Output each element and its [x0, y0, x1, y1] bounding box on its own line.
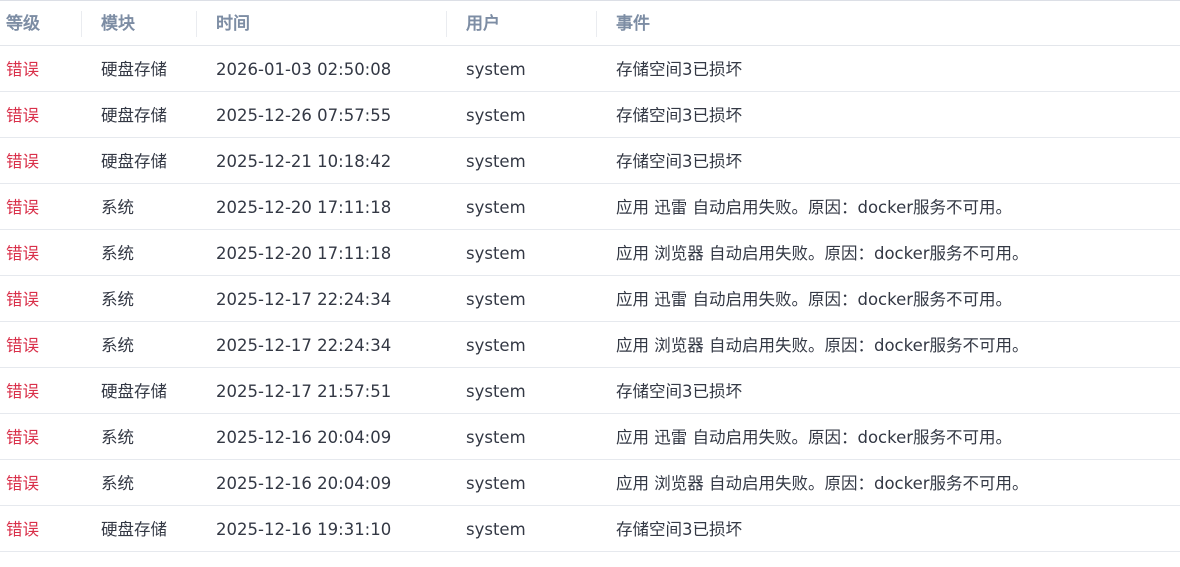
level-cell: 错误 [6, 152, 39, 171]
level-cell: 错误 [6, 382, 39, 401]
user-cell: system [466, 290, 526, 309]
time-cell: 2025-12-17 21:57:51 [216, 382, 392, 401]
time-cell: 2025-12-17 22:24:34 [216, 336, 392, 355]
time-cell: 2025-12-21 10:18:42 [216, 152, 392, 171]
level-cell: 错误 [6, 520, 39, 539]
event-cell: 应用 迅雷 自动启用失败。原因：docker服务不可用。 [616, 428, 1013, 447]
module-cell: 系统 [101, 290, 134, 309]
user-cell: system [466, 520, 526, 539]
user-cell: system [466, 336, 526, 355]
table-row[interactable]: 错误 系统 2025-12-16 20:04:09 system 应用 浏览器 … [0, 460, 1180, 506]
level-cell: 错误 [6, 474, 39, 493]
table-row[interactable]: 错误 系统 2025-12-17 22:24:34 system 应用 迅雷 自… [0, 276, 1180, 322]
module-cell: 硬盘存储 [101, 106, 167, 125]
event-cell: 应用 浏览器 自动启用失败。原因：docker服务不可用。 [616, 244, 1029, 263]
event-cell: 存储空间3已损坏 [616, 106, 742, 125]
user-cell: system [466, 382, 526, 401]
level-cell: 错误 [6, 60, 39, 79]
column-divider[interactable] [596, 11, 597, 37]
column-divider[interactable] [196, 11, 197, 37]
table-row[interactable]: 错误 系统 2025-12-17 22:24:34 system 应用 浏览器 … [0, 322, 1180, 368]
time-cell: 2025-12-20 17:11:18 [216, 198, 392, 217]
table-row[interactable]: 错误 硬盘存储 2025-12-26 07:57:55 system 存储空间3… [0, 92, 1180, 138]
event-cell: 应用 迅雷 自动启用失败。原因：docker服务不可用。 [616, 290, 1013, 309]
column-divider[interactable] [446, 11, 447, 37]
module-cell: 硬盘存储 [101, 152, 167, 171]
table-row[interactable]: 错误 硬盘存储 2026-01-03 02:50:08 system 存储空间3… [0, 46, 1180, 92]
module-cell: 系统 [101, 198, 134, 217]
column-header-event[interactable]: 事件 [616, 1, 650, 46]
user-cell: system [466, 474, 526, 493]
column-header-user[interactable]: 用户 [466, 1, 500, 46]
user-cell: system [466, 198, 526, 217]
table-header: 等级 模块 时间 用户 事件 [0, 1, 1180, 46]
table-row[interactable]: 错误 系统 2025-12-20 17:11:18 system 应用 迅雷 自… [0, 184, 1180, 230]
event-cell: 应用 迅雷 自动启用失败。原因：docker服务不可用。 [616, 198, 1013, 217]
module-cell: 系统 [101, 428, 134, 447]
table-row[interactable]: 错误 硬盘存储 2025-12-16 19:31:10 system 存储空间3… [0, 506, 1180, 552]
table-row[interactable]: 错误 硬盘存储 2025-12-21 10:18:42 system 存储空间3… [0, 138, 1180, 184]
level-cell: 错误 [6, 198, 39, 217]
time-cell: 2025-12-16 19:31:10 [216, 520, 392, 539]
user-cell: system [466, 152, 526, 171]
time-cell: 2025-12-26 07:57:55 [216, 106, 392, 125]
module-cell: 系统 [101, 474, 134, 493]
time-cell: 2026-01-03 02:50:08 [216, 60, 392, 79]
table-row[interactable]: 错误 硬盘存储 2025-12-17 21:57:51 system 存储空间3… [0, 368, 1180, 414]
event-cell: 应用 浏览器 自动启用失败。原因：docker服务不可用。 [616, 336, 1029, 355]
level-cell: 错误 [6, 428, 39, 447]
level-cell: 错误 [6, 244, 39, 263]
user-cell: system [466, 428, 526, 447]
level-cell: 错误 [6, 106, 39, 125]
event-cell: 存储空间3已损坏 [616, 520, 742, 539]
table-row[interactable]: 错误 系统 2025-12-20 17:11:18 system 应用 浏览器 … [0, 230, 1180, 276]
level-cell: 错误 [6, 336, 39, 355]
level-cell: 错误 [6, 290, 39, 309]
event-cell: 应用 浏览器 自动启用失败。原因：docker服务不可用。 [616, 474, 1029, 493]
time-cell: 2025-12-20 17:11:18 [216, 244, 392, 263]
module-cell: 系统 [101, 336, 134, 355]
column-header-module[interactable]: 模块 [101, 1, 135, 46]
time-cell: 2025-12-16 20:04:09 [216, 474, 392, 493]
column-divider[interactable] [81, 11, 82, 37]
module-cell: 硬盘存储 [101, 382, 167, 401]
column-header-time[interactable]: 时间 [216, 1, 250, 46]
time-cell: 2025-12-17 22:24:34 [216, 290, 392, 309]
event-cell: 存储空间3已损坏 [616, 382, 742, 401]
module-cell: 硬盘存储 [101, 60, 167, 79]
user-cell: system [466, 60, 526, 79]
column-header-level[interactable]: 等级 [6, 1, 40, 46]
user-cell: system [466, 106, 526, 125]
event-cell: 存储空间3已损坏 [616, 60, 742, 79]
module-cell: 硬盘存储 [101, 520, 167, 539]
user-cell: system [466, 244, 526, 263]
time-cell: 2025-12-16 20:04:09 [216, 428, 392, 447]
table-row[interactable]: 错误 系统 2025-12-16 20:04:09 system 应用 迅雷 自… [0, 414, 1180, 460]
event-cell: 存储空间3已损坏 [616, 152, 742, 171]
module-cell: 系统 [101, 244, 134, 263]
log-table: 等级 模块 时间 用户 事件 错误 硬盘存储 2026-01-03 02:50:… [0, 0, 1180, 552]
